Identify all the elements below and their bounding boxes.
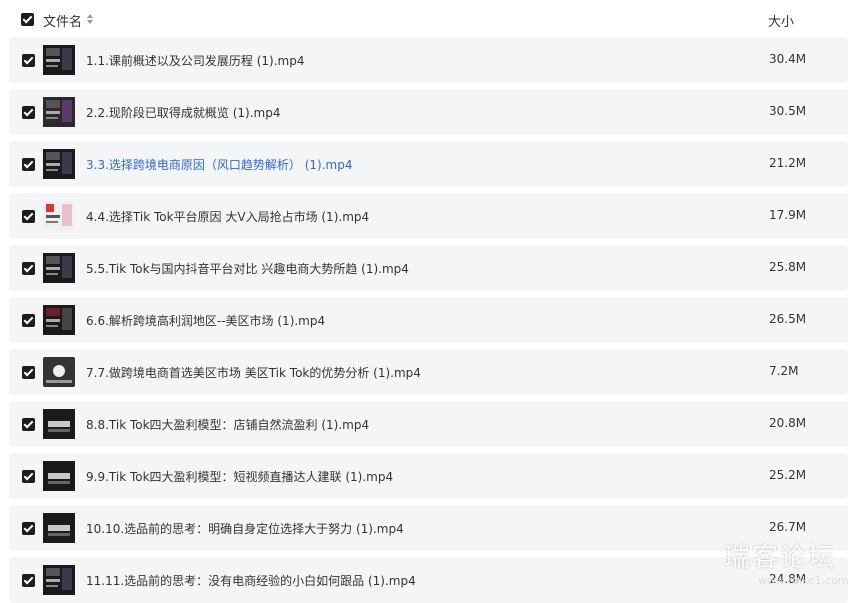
- video-thumbnail: [43, 253, 75, 283]
- video-thumbnail: [43, 305, 75, 335]
- file-name[interactable]: 3.3.选择跨境电商原因（风口趋势解析） (1).mp4: [86, 156, 352, 173]
- row-checkbox[interactable]: [22, 366, 35, 379]
- file-row[interactable]: 9.9.Tik Tok四大盈利模型：短视频直播达人建联 (1).mp4 25.2…: [9, 453, 848, 499]
- file-row[interactable]: 5.5.Tik Tok与国内抖音平台对比 兴趣电商大势所趋 (1).mp4 25…: [9, 245, 848, 291]
- file-list-header: 文件名 大小: [0, 0, 848, 38]
- file-row[interactable]: 3.3.选择跨境电商原因（风口趋势解析） (1).mp4 21.2M: [9, 141, 848, 187]
- row-checkbox[interactable]: [22, 522, 35, 535]
- file-row[interactable]: 7.7.做跨境电商首选美区市场 美区Tik Tok的优势分析 (1).mp4 7…: [9, 349, 848, 395]
- file-row[interactable]: 4.4.选择Tik Tok平台原因 大V入局抢占市场 (1).mp4 17.9M: [9, 193, 848, 239]
- file-size: 26.7M: [769, 520, 807, 534]
- video-thumbnail: [43, 45, 75, 75]
- file-name[interactable]: 8.8.Tik Tok四大盈利模型：店铺自然流盈利 (1).mp4: [86, 416, 369, 433]
- watermark: 瑞客论坛: [724, 543, 837, 573]
- video-thumbnail: [43, 357, 75, 387]
- file-name[interactable]: 4.4.选择Tik Tok平台原因 大V入局抢占市场 (1).mp4: [86, 208, 369, 225]
- file-size: 20.8M: [769, 416, 807, 430]
- file-name[interactable]: 11.11.选品前的思考：没有电商经验的小白如何跟品 (1).mp4: [86, 572, 416, 589]
- file-name[interactable]: 7.7.做跨境电商首选美区市场 美区Tik Tok的优势分析 (1).mp4: [86, 364, 421, 381]
- file-row[interactable]: 2.2.现阶段已取得成就概览 (1).mp4 30.5M: [9, 89, 848, 135]
- file-row[interactable]: 11.11.选品前的思考：没有电商经验的小白如何跟品 (1).mp4 24.8M: [9, 557, 848, 603]
- row-checkbox[interactable]: [22, 106, 35, 119]
- file-name[interactable]: 9.9.Tik Tok四大盈利模型：短视频直播达人建联 (1).mp4: [86, 468, 393, 485]
- video-thumbnail: [43, 409, 75, 439]
- row-checkbox[interactable]: [22, 314, 35, 327]
- file-name[interactable]: 1.1.课前概述以及公司发展历程 (1).mp4: [86, 52, 304, 69]
- select-all-checkbox[interactable]: [21, 13, 34, 26]
- file-size: 21.2M: [769, 156, 807, 170]
- file-name[interactable]: 10.10.选品前的思考：明确自身定位选择大于努力 (1).mp4: [86, 520, 404, 537]
- watermark-url: www.ruike1.com: [758, 574, 848, 587]
- row-checkbox[interactable]: [22, 574, 35, 587]
- file-size: 7.2M: [769, 364, 799, 378]
- row-checkbox[interactable]: [22, 54, 35, 67]
- column-header-size[interactable]: 大小: [768, 11, 794, 30]
- file-size: 26.5M: [769, 312, 807, 326]
- file-size: 30.5M: [769, 104, 807, 118]
- file-row[interactable]: 1.1.课前概述以及公司发展历程 (1).mp4 30.4M: [9, 37, 848, 83]
- row-checkbox[interactable]: [22, 210, 35, 223]
- row-checkbox[interactable]: [22, 470, 35, 483]
- video-thumbnail: [43, 513, 75, 543]
- video-thumbnail: [43, 149, 75, 179]
- column-header-filename[interactable]: 文件名: [43, 11, 82, 30]
- video-thumbnail: [43, 201, 75, 231]
- video-thumbnail: [43, 461, 75, 491]
- file-size: 25.8M: [769, 260, 807, 274]
- sort-icon[interactable]: [87, 12, 93, 26]
- file-name[interactable]: 5.5.Tik Tok与国内抖音平台对比 兴趣电商大势所趋 (1).mp4: [86, 260, 409, 277]
- row-checkbox[interactable]: [22, 418, 35, 431]
- file-size: 30.4M: [769, 52, 807, 66]
- file-row[interactable]: 10.10.选品前的思考：明确自身定位选择大于努力 (1).mp4 26.7M: [9, 505, 848, 551]
- row-checkbox[interactable]: [22, 158, 35, 171]
- file-row[interactable]: 6.6.解析跨境高利润地区--美区市场 (1).mp4 26.5M: [9, 297, 848, 343]
- file-size: 17.9M: [769, 208, 807, 222]
- file-name[interactable]: 2.2.现阶段已取得成就概览 (1).mp4: [86, 104, 280, 121]
- video-thumbnail: [43, 97, 75, 127]
- row-checkbox[interactable]: [22, 262, 35, 275]
- file-name[interactable]: 6.6.解析跨境高利润地区--美区市场 (1).mp4: [86, 312, 325, 329]
- file-row[interactable]: 8.8.Tik Tok四大盈利模型：店铺自然流盈利 (1).mp4 20.8M: [9, 401, 848, 447]
- video-thumbnail: [43, 565, 75, 595]
- file-size: 25.2M: [769, 468, 807, 482]
